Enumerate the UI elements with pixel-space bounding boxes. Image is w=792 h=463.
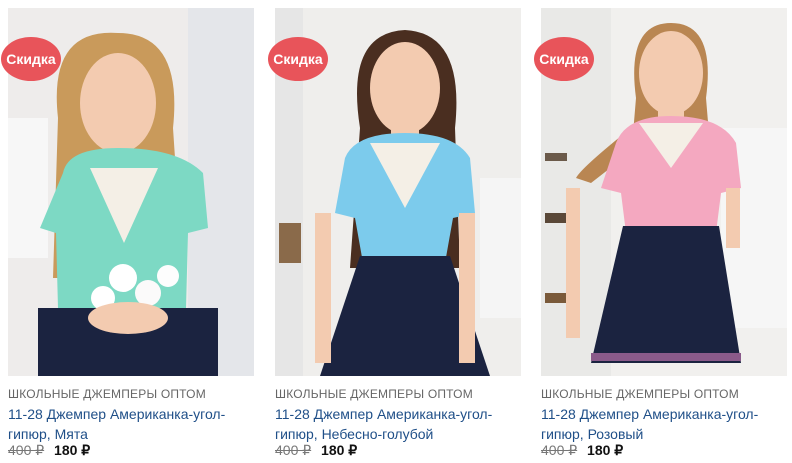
current-price: 180 ₽ (54, 442, 91, 458)
old-price: 400 ₽ (275, 442, 312, 458)
product-title-link[interactable]: 11-28 Джемпер Американка-угол-гипюр, Мят… (8, 404, 256, 444)
price-row: 400 ₽ 180 ₽ (541, 442, 623, 459)
product-category[interactable]: ШКОЛЬНЫЕ ДЖЕМПЕРЫ ОПТОМ (541, 387, 739, 401)
product-category[interactable]: ШКОЛЬНЫЕ ДЖЕМПЕРЫ ОПТОМ (8, 387, 206, 401)
product-category[interactable]: ШКОЛЬНЫЕ ДЖЕМПЕРЫ ОПТОМ (275, 387, 473, 401)
old-price: 400 ₽ (541, 442, 578, 458)
product-card-sky-blue[interactable]: Скидка ШКОЛЬНЫЕ ДЖЕМПЕРЫ ОПТОМ 11-28 Дже… (268, 0, 523, 463)
discount-badge: Скидка (534, 37, 594, 81)
product-card-pink[interactable]: Скидка ШКОЛЬНЫЕ ДЖЕМПЕРЫ ОПТОМ 11-28 Дже… (534, 0, 789, 463)
old-price: 400 ₽ (8, 442, 45, 458)
product-title-link[interactable]: 11-28 Джемпер Американка-угол-гипюр, Неб… (275, 404, 523, 444)
product-title-link[interactable]: 11-28 Джемпер Американка-угол-гипюр, Роз… (541, 404, 789, 444)
current-price: 180 ₽ (587, 442, 624, 458)
price-row: 400 ₽ 180 ₽ (275, 442, 357, 459)
product-card-mint[interactable]: Скидка ШКОЛЬНЫЕ ДЖЕМПЕРЫ ОПТОМ 11-28 Дже… (1, 0, 256, 463)
discount-badge: Скидка (1, 37, 61, 81)
current-price: 180 ₽ (321, 442, 358, 458)
discount-badge: Скидка (268, 37, 328, 81)
price-row: 400 ₽ 180 ₽ (8, 442, 90, 459)
